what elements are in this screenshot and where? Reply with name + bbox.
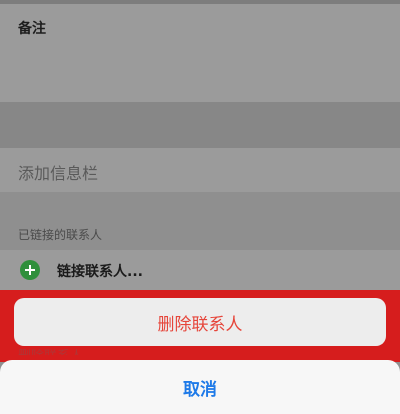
notes-section[interactable]: 备注: [0, 4, 400, 102]
delete-contact-button[interactable]: 删除联系人: [14, 298, 386, 346]
cancel-button[interactable]: 取消: [0, 360, 400, 414]
link-contact-label: 链接联系人...: [57, 264, 143, 280]
underlying-delete-text: 删除联系人: [18, 345, 83, 355]
notes-label: 备注: [18, 21, 46, 37]
plus-circle-icon[interactable]: [20, 260, 40, 280]
section-gap: [0, 102, 400, 148]
add-field-label: 添加信息栏: [18, 164, 99, 183]
delete-contact-label: 删除联系人: [157, 314, 243, 335]
link-contact-row[interactable]: 链接联系人...: [0, 250, 400, 290]
linked-contacts-header: 已链接的联系人: [18, 228, 103, 242]
add-field-row[interactable]: 添加信息栏: [0, 148, 400, 192]
cancel-label: 取消: [183, 379, 217, 400]
